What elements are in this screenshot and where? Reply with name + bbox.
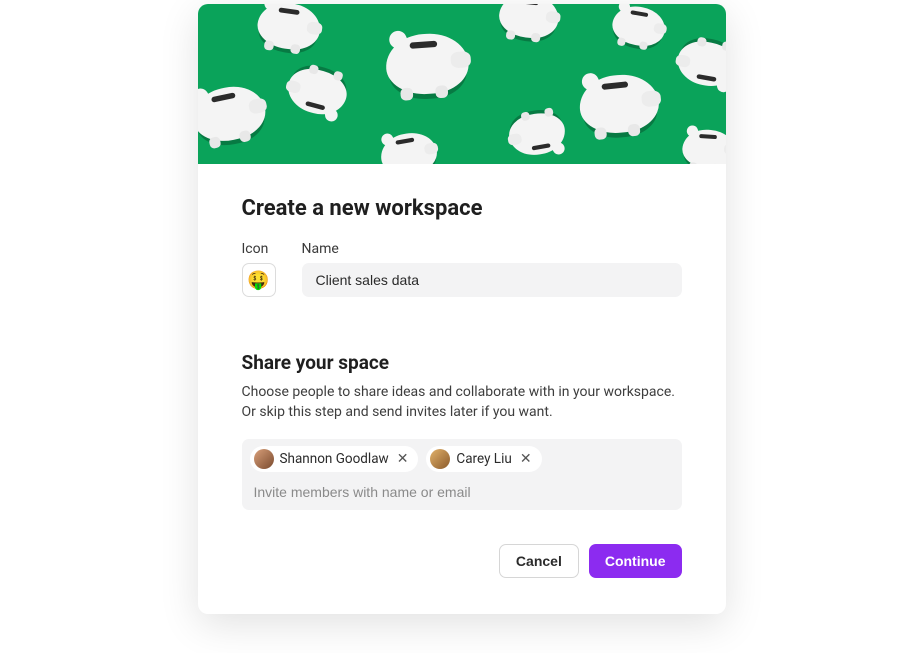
member-input-box: Shannon Goodlaw ✕ Carey Liu ✕ (242, 439, 682, 510)
workspace-form-row: Icon 🤑 Name (242, 241, 682, 297)
avatar (254, 449, 274, 469)
name-column: Name (302, 241, 682, 297)
dialog-content: Create a new workspace Icon 🤑 Name Share… (198, 164, 726, 614)
icon-picker-button[interactable]: 🤑 (242, 263, 276, 297)
continue-button[interactable]: Continue (589, 544, 682, 578)
dialog-title: Create a new workspace (242, 196, 682, 221)
icon-label: Icon (242, 241, 286, 257)
dialog-footer: Cancel Continue (242, 544, 682, 578)
member-chips: Shannon Goodlaw ✕ Carey Liu ✕ (250, 446, 674, 472)
name-label: Name (302, 241, 682, 257)
avatar (430, 449, 450, 469)
close-icon[interactable]: ✕ (518, 452, 534, 466)
member-name: Carey Liu (456, 451, 511, 467)
cancel-button[interactable]: Cancel (499, 544, 579, 578)
workspace-emoji-icon: 🤑 (247, 270, 269, 291)
share-section: Share your space Choose people to share … (242, 351, 682, 510)
share-heading: Share your space (242, 351, 682, 374)
icon-column: Icon 🤑 (242, 241, 286, 297)
member-chip[interactable]: Shannon Goodlaw ✕ (250, 446, 419, 472)
member-chip[interactable]: Carey Liu ✕ (426, 446, 541, 472)
member-name: Shannon Goodlaw (280, 451, 389, 467)
workspace-name-input[interactable] (302, 263, 682, 297)
create-workspace-dialog: Create a new workspace Icon 🤑 Name Share… (198, 4, 726, 614)
invite-members-input[interactable] (250, 480, 674, 502)
share-description: Choose people to share ideas and collabo… (242, 382, 682, 423)
close-icon[interactable]: ✕ (395, 452, 411, 466)
hero-image (198, 4, 726, 164)
